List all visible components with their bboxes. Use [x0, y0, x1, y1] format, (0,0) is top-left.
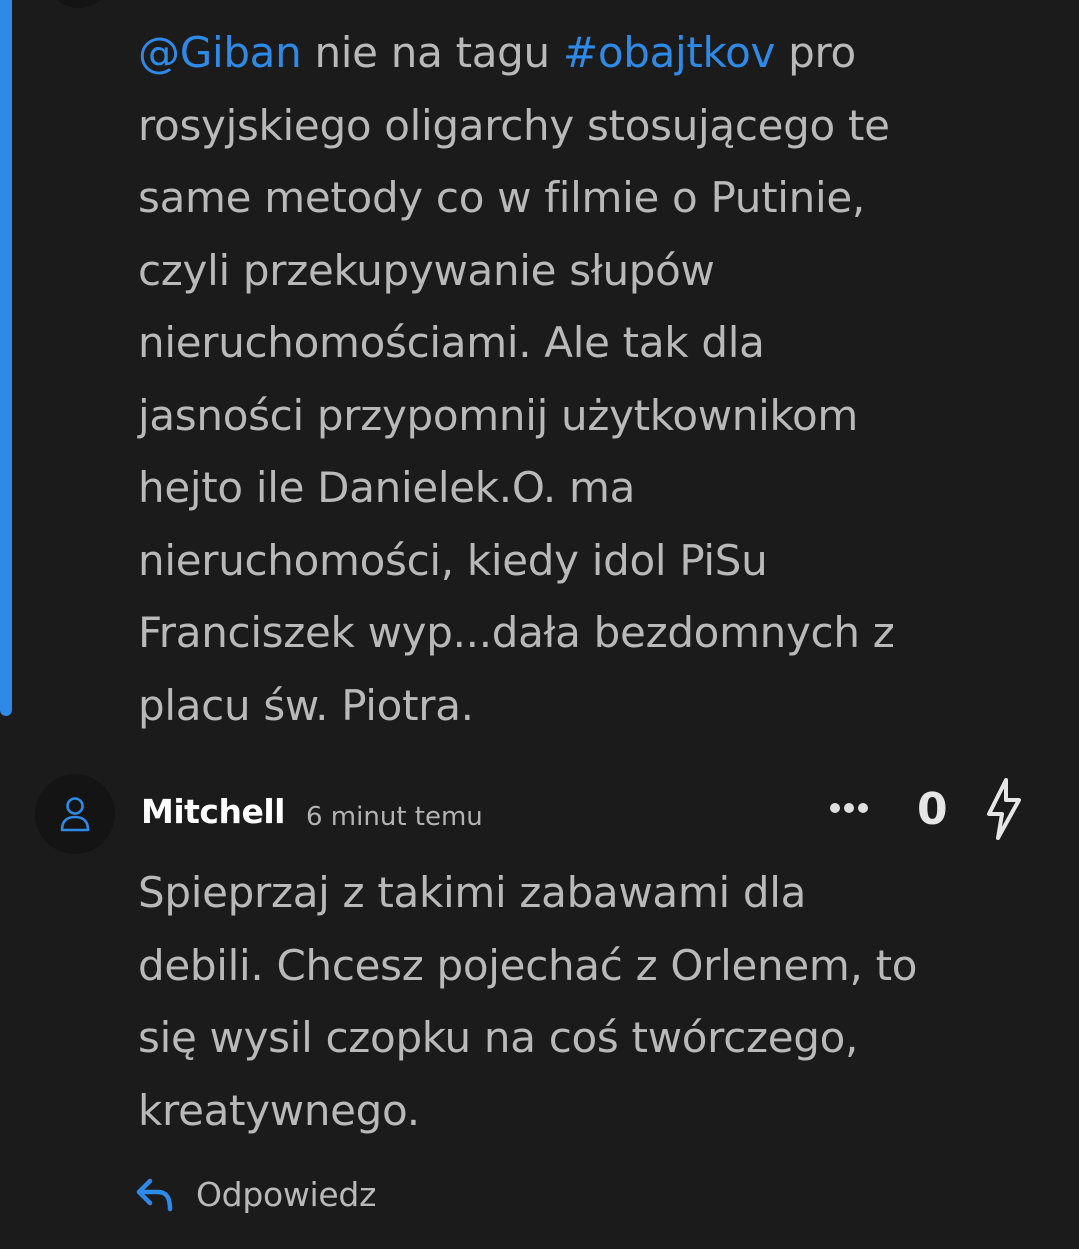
comment-line: czyli przekupywanie słupów	[138, 245, 715, 295]
reply-button[interactable]: Odpowiedz	[136, 1170, 436, 1220]
user-icon	[60, 797, 90, 832]
author-name[interactable]: Mitchell	[141, 792, 285, 831]
comment-line: jasności przypomnij użytkownikom	[138, 390, 858, 440]
hashtag-link[interactable]: #obajtkov	[563, 28, 775, 77]
comment-line: się wysil czopku na coś twórczego,	[138, 1013, 859, 1062]
comment-body: Spieprzaj z takimi zabawami dla debili. …	[138, 857, 1058, 1147]
comment-line: debili. Chcesz pojechać z Orlenem, to	[138, 940, 918, 990]
avatar[interactable]	[35, 774, 115, 854]
comment-line: rosyjskiego oligarchy stosującego te	[138, 100, 890, 150]
comment-line: nieruchomości, kiedy idol PiSu	[138, 535, 768, 585]
vote-score: 0	[917, 784, 948, 835]
previous-comment-avatar	[44, 0, 114, 8]
thread-line	[0, 0, 12, 716]
comment-line: Franciszek wyp...dała bezdomnych z	[138, 608, 895, 657]
comment-line: @Giban nie na tagu #obajtkov pro	[138, 17, 1058, 90]
comment-line: hejto ile Danielek.O. ma	[138, 463, 636, 512]
comment-text: nie na tagu	[301, 28, 563, 77]
comment-line: kreatywnego.	[138, 1085, 420, 1135]
mention-link[interactable]: @Giban	[138, 28, 302, 77]
comment-line: nieruchomościami. Ale tak dla	[138, 318, 765, 367]
comment-timestamp: 6 minut temu	[306, 802, 483, 832]
more-dots-icon[interactable]	[830, 800, 874, 818]
comment-line: same metody co w filmie o Putinie,	[138, 173, 865, 222]
reply-label: Odpowiedz	[196, 1175, 377, 1214]
comment-body: @Giban nie na tagu #obajtkov pro rosyjsk…	[138, 17, 1058, 742]
lightning-icon[interactable]	[983, 778, 1023, 840]
comment-line: Spieprzaj z takimi zabawami dla	[138, 868, 807, 917]
reply-arrow-icon	[136, 1178, 173, 1212]
comment-line: placu św. Piotra.	[138, 680, 474, 730]
comment-text: pro	[775, 28, 856, 77]
comment-header: Mitchell 6 minut temu 0	[35, 774, 1045, 856]
